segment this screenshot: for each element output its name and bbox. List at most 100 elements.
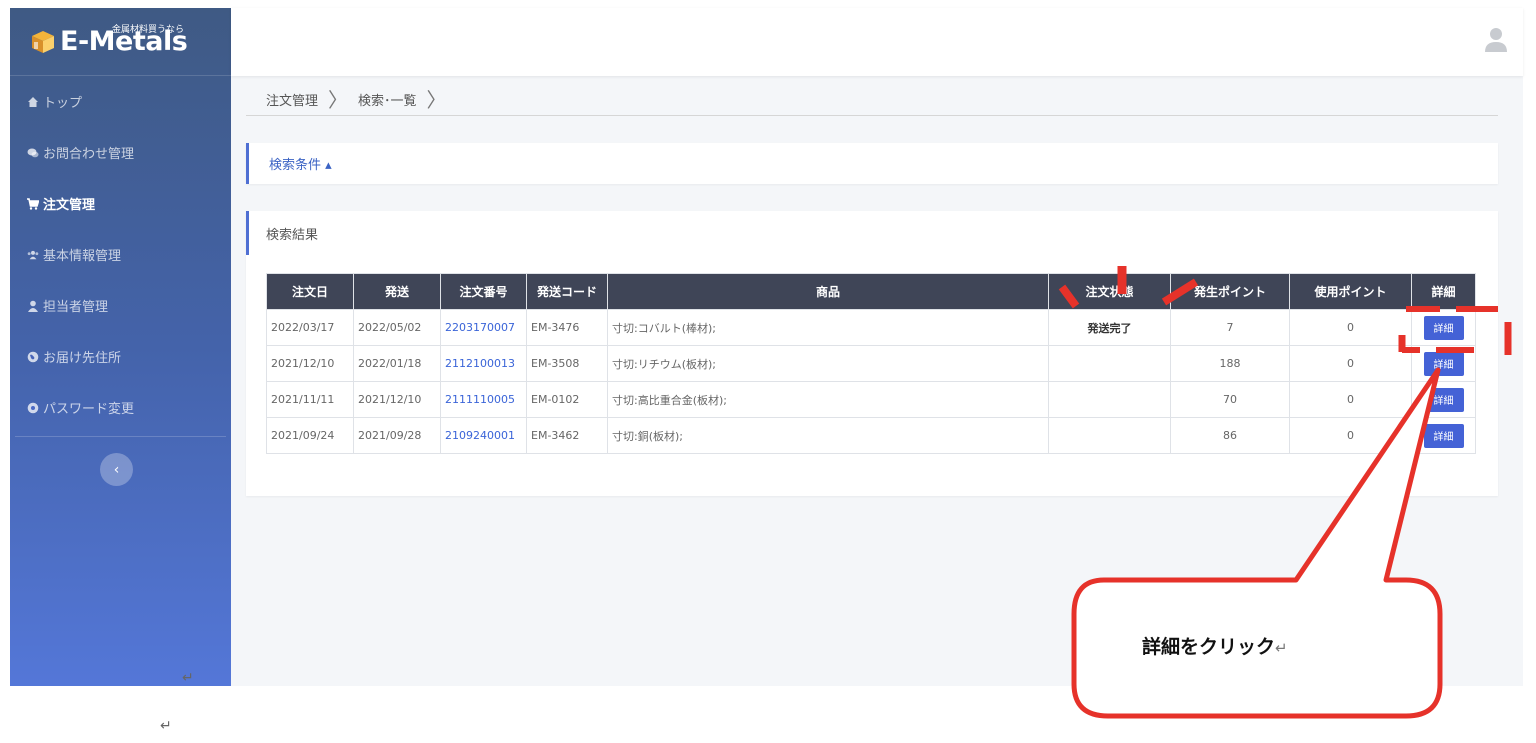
search-results-panel: 検索結果 注文日 発送 注文番号 発送コード 商品 注文状態 発生ポイント 使用… xyxy=(246,211,1498,496)
sidebar-collapse-button[interactable]: ‹ xyxy=(100,453,133,486)
home-icon xyxy=(27,96,39,108)
product: 寸切:高比重合金(板材); xyxy=(607,381,1049,418)
order-date: 2022/03/17 xyxy=(266,309,354,346)
sidebar-item-label: 注文管理 xyxy=(43,198,96,213)
order-date: 2021/09/24 xyxy=(266,417,354,454)
column-header: 発送コード xyxy=(526,273,608,310)
column-header: 商品 xyxy=(607,273,1049,310)
ship-code: EM-3476 xyxy=(526,309,608,346)
account-icon[interactable] xyxy=(1485,27,1507,53)
sidebar-divider xyxy=(15,436,226,437)
detail-button[interactable]: 詳細 xyxy=(1423,423,1464,448)
order-number-link[interactable]: 2203170007 xyxy=(440,309,527,346)
search-conditions-toggle[interactable]: 検索条件 ▴ xyxy=(269,154,332,173)
detail-cell: 詳細 xyxy=(1411,345,1476,382)
detail-cell: 詳細 xyxy=(1411,309,1476,346)
order-date: 2021/12/10 xyxy=(266,345,354,382)
gear-icon xyxy=(27,402,39,414)
ship-date: 2021/09/28 xyxy=(353,417,441,454)
earned-points: 7 xyxy=(1170,309,1290,346)
sidebar-item-inquiries[interactable]: お問合わせ管理 xyxy=(10,127,231,178)
sidebar-item-label: トップ xyxy=(43,96,83,111)
ship-date: 2021/12/10 xyxy=(353,381,441,418)
order-status xyxy=(1048,381,1171,418)
table-header-row: 注文日 発送 注文番号 発送コード 商品 注文状態 発生ポイント 使用ポイント … xyxy=(266,273,1476,310)
order-number-link[interactable]: 2112100013 xyxy=(440,345,527,382)
orders-table: 注文日 発送 注文番号 発送コード 商品 注文状態 発生ポイント 使用ポイント … xyxy=(266,273,1476,454)
order-status: 発送完了 xyxy=(1048,309,1171,346)
sidebar-item-label: 担当者管理 xyxy=(43,300,109,315)
sidebar: E-Metals 金属材料買うなら トップ お問合わせ管理 注文管理 基本情報管… xyxy=(10,8,231,686)
breadcrumb-item-search[interactable]: 検索･一覧 xyxy=(358,90,417,109)
group-icon xyxy=(27,249,39,261)
sidebar-item-basic-info[interactable]: 基本情報管理 xyxy=(10,229,231,280)
results-title: 検索結果 xyxy=(266,228,319,243)
search-conditions-panel[interactable]: 検索条件 ▴ xyxy=(246,143,1498,184)
table-row: 2021/12/10 2022/01/18 2112100013 EM-3508… xyxy=(266,345,1476,382)
used-points: 0 xyxy=(1289,417,1412,454)
cart-icon xyxy=(27,197,39,210)
product: 寸切:銅(板材); xyxy=(607,417,1049,454)
callout-label: 詳細をクリック xyxy=(1142,636,1276,658)
product: 寸切:コバルト(棒材); xyxy=(607,309,1049,346)
detail-button[interactable]: 詳細 xyxy=(1423,315,1464,340)
sidebar-item-label: お届け先住所 xyxy=(43,351,122,366)
ship-date: 2022/01/18 xyxy=(353,345,441,382)
box-logo-icon xyxy=(30,29,56,55)
return-mark: ↵ xyxy=(182,670,194,686)
sidebar-item-top[interactable]: トップ xyxy=(10,76,231,127)
order-status xyxy=(1048,345,1171,382)
column-header: 注文状態 xyxy=(1048,273,1171,310)
user-icon xyxy=(27,300,39,312)
chevron-left-icon: ‹ xyxy=(113,461,120,478)
order-date: 2021/11/11 xyxy=(266,381,354,418)
column-header: 注文日 xyxy=(266,273,354,310)
detail-cell: 詳細 xyxy=(1411,381,1476,418)
earned-points: 70 xyxy=(1170,381,1290,418)
logo[interactable]: E-Metals 金属材料買うなら xyxy=(10,8,231,76)
table-row: 2021/11/11 2021/12/10 2111110005 EM-0102… xyxy=(266,381,1476,418)
panel-accent-bar xyxy=(246,211,249,255)
detail-button[interactable]: 詳細 xyxy=(1423,387,1464,412)
column-header: 発生ポイント xyxy=(1170,273,1290,310)
column-header: 詳細 xyxy=(1411,273,1476,310)
top-bar xyxy=(231,8,1523,76)
order-status xyxy=(1048,417,1171,454)
logo-tagline: 金属材料買うなら xyxy=(112,25,185,35)
earned-points: 86 xyxy=(1170,417,1290,454)
sidebar-item-label: 基本情報管理 xyxy=(43,249,122,264)
sidebar-item-addresses[interactable]: お届け先住所 xyxy=(10,331,231,382)
table-row: 2022/03/17 2022/05/02 2203170007 EM-3476… xyxy=(266,309,1476,346)
sidebar-item-password[interactable]: パスワード変更 xyxy=(10,382,231,433)
detail-cell: 詳細 xyxy=(1411,417,1476,454)
earned-points: 188 xyxy=(1170,345,1290,382)
ship-code: EM-3462 xyxy=(526,417,608,454)
column-header: 注文番号 xyxy=(440,273,527,310)
column-header: 使用ポイント xyxy=(1289,273,1412,310)
callout-text: 詳細をクリック↵ xyxy=(1142,632,1288,659)
order-number-link[interactable]: 2109240001 xyxy=(440,417,527,454)
used-points: 0 xyxy=(1289,309,1412,346)
product: 寸切:リチウム(板材); xyxy=(607,345,1049,382)
sidebar-item-orders[interactable]: 注文管理 xyxy=(10,178,231,229)
breadcrumb-item-orders[interactable]: 注文管理 xyxy=(266,90,318,109)
column-header: 発送 xyxy=(353,273,441,310)
chevron-right-icon: 〉 xyxy=(328,87,349,112)
breadcrumb: 注文管理 〉 検索･一覧 〉 xyxy=(246,84,1498,116)
detail-button[interactable]: 詳細 xyxy=(1423,351,1464,376)
sidebar-item-staff[interactable]: 担当者管理 xyxy=(10,280,231,331)
return-mark: ↵ xyxy=(160,718,172,734)
sidebar-item-label: お問合わせ管理 xyxy=(43,147,135,162)
ship-code: EM-0102 xyxy=(526,381,608,418)
globe-icon xyxy=(27,351,39,363)
order-number-link[interactable]: 2111110005 xyxy=(440,381,527,418)
return-mark: ↵ xyxy=(1275,639,1288,657)
table-row: 2021/09/24 2021/09/28 2109240001 EM-3462… xyxy=(266,417,1476,454)
used-points: 0 xyxy=(1289,381,1412,418)
chat-icon xyxy=(27,147,39,159)
ship-date: 2022/05/02 xyxy=(353,309,441,346)
used-points: 0 xyxy=(1289,345,1412,382)
sidebar-item-label: パスワード変更 xyxy=(43,402,135,417)
ship-code: EM-3508 xyxy=(526,345,608,382)
chevron-right-icon: 〉 xyxy=(426,87,447,112)
